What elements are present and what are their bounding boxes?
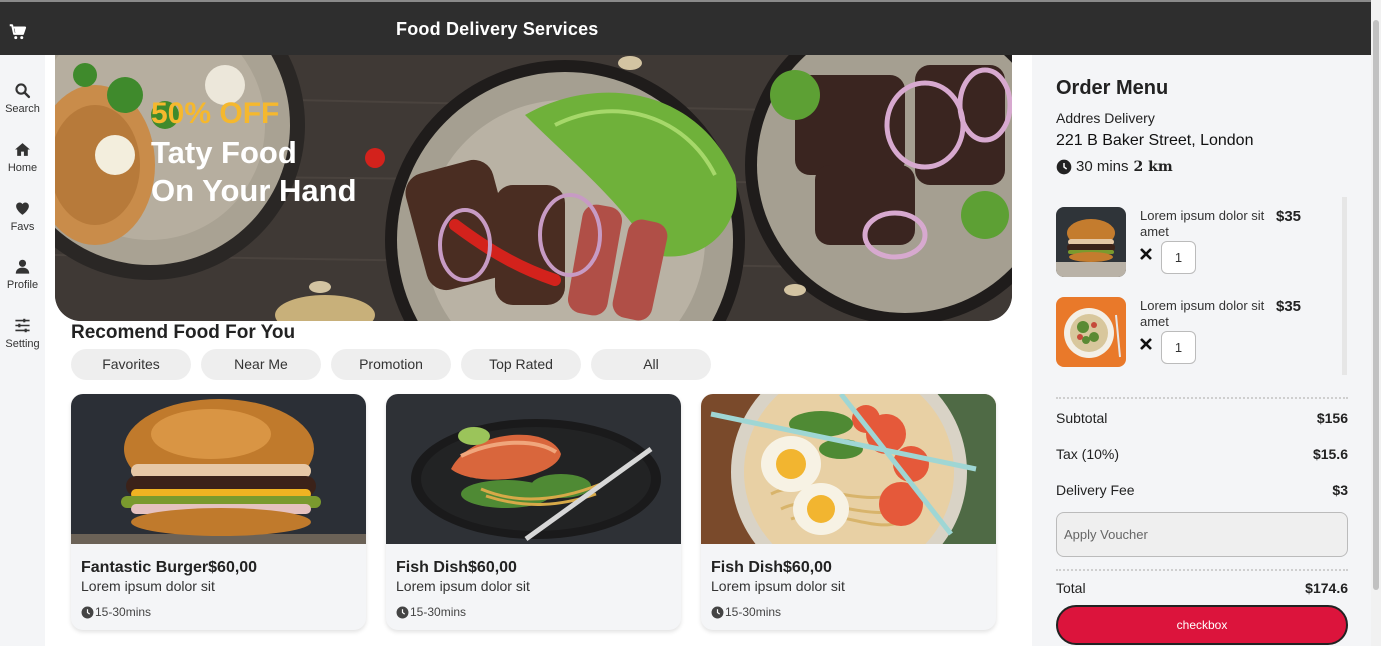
tax-row: Tax (10%) $15.6: [1056, 446, 1348, 462]
sidebar-item-search[interactable]: Search: [0, 82, 45, 115]
divider: [1056, 569, 1348, 571]
fish-dish-image: [386, 394, 681, 544]
voucher-input[interactable]: [1056, 512, 1348, 557]
page-scrollbar[interactable]: [1371, 0, 1381, 646]
delivery-address: 221 B Baker Street, London: [1056, 132, 1254, 149]
top-bar: Food Delivery Services: [0, 0, 1371, 55]
sidebar-item-setting[interactable]: Setting: [0, 317, 45, 350]
order-item-price: $35: [1276, 298, 1302, 315]
sidebar-item-label: Home: [7, 162, 38, 174]
food-title: Fish Dish$60,00: [711, 559, 832, 576]
order-item-image: [1056, 297, 1126, 367]
address-label: Addres Delivery: [1056, 110, 1155, 126]
filter-all[interactable]: All: [591, 349, 711, 380]
order-item: Lorem ipsum dolor sit amet $35 1: [1056, 207, 1341, 279]
checkout-button[interactable]: checkbox: [1056, 605, 1348, 645]
sidebar: Search Home Favs Profile Setting: [0, 55, 45, 646]
order-title: Order Menu: [1056, 77, 1169, 99]
total-row: Total $174.6: [1056, 580, 1348, 596]
quantity-field[interactable]: 1: [1161, 241, 1196, 274]
food-title: Fish Dish$60,00: [396, 559, 517, 576]
hero-headline: Taty Food: [151, 135, 297, 170]
burger-image: [71, 394, 366, 544]
home-icon: [15, 143, 30, 156]
sidebar-item-label: Setting: [5, 338, 40, 350]
food-card[interactable]: Fantastic Burger$60,00 Lorem ipsum dolor…: [71, 394, 366, 630]
sidebar-item-label: Favs: [10, 221, 35, 233]
hero-discount: 50% OFF: [151, 97, 280, 130]
delivery-time: 15-30mins: [711, 605, 781, 619]
food-title: Fantastic Burger$60,00: [81, 559, 258, 576]
remove-icon[interactable]: [1140, 248, 1152, 260]
filter-promotion[interactable]: Promotion: [331, 349, 451, 380]
delivery-fee-label: Delivery Fee: [1056, 482, 1135, 498]
sidebar-item-home[interactable]: Home: [0, 141, 45, 174]
order-item-name: Lorem ipsum dolor sit amet: [1140, 208, 1265, 239]
delivery-fee-value: $3: [1332, 482, 1348, 498]
order-item: Lorem ipsum dolor sit amet $35 1: [1056, 297, 1341, 369]
food-description: Lorem ipsum dolor sit: [711, 578, 845, 594]
order-item-price: $35: [1276, 208, 1302, 225]
delivery-fee-row: Delivery Fee $3: [1056, 482, 1348, 498]
subtotal-value: $156: [1316, 410, 1348, 426]
sidebar-item-label: Profile: [6, 279, 39, 291]
total-value: $174.6: [1305, 580, 1348, 596]
filter-favorites[interactable]: Favorites: [71, 349, 191, 380]
remove-icon[interactable]: [1140, 338, 1152, 350]
clock-icon: [81, 606, 94, 618]
order-panel: Order Menu Addres Delivery 221 B Baker S…: [1032, 55, 1371, 646]
delivery-eta: 30 mins 2 km: [1056, 158, 1173, 175]
filter-near-me[interactable]: Near Me: [201, 349, 321, 380]
tax-value: $15.6: [1312, 446, 1348, 462]
tax-label: Tax (10%): [1056, 446, 1120, 462]
order-item-image: [1056, 207, 1126, 277]
subtotal-label: Subtotal: [1056, 410, 1108, 426]
food-description: Lorem ipsum dolor sit: [396, 578, 530, 594]
divider: [1056, 397, 1348, 399]
items-scrollbar[interactable]: [1342, 197, 1347, 375]
total-label: Total: [1056, 580, 1086, 596]
clock-icon: [396, 606, 409, 618]
sidebar-item-label: Search: [5, 103, 40, 115]
section-title: Recomend Food For You: [71, 322, 296, 343]
hero-subheadline: On Your Hand: [151, 173, 357, 208]
sliders-icon: [15, 318, 30, 333]
delivery-time: 15-30mins: [396, 605, 466, 619]
clock-icon: [1056, 159, 1072, 174]
app-title: Food Delivery Services: [396, 19, 599, 39]
delivery-time: 15-30mins: [81, 605, 151, 619]
search-icon: [15, 83, 31, 99]
scrollbar-thumb[interactable]: [1373, 20, 1379, 590]
user-icon: [15, 259, 30, 274]
quantity-field[interactable]: 1: [1161, 331, 1196, 364]
sidebar-item-favs[interactable]: Favs: [0, 200, 45, 233]
delivery-distance: 2 km: [1133, 158, 1173, 175]
food-card[interactable]: Fish Dish$60,00 Lorem ipsum dolor sit 15…: [701, 394, 996, 630]
subtotal-row: Subtotal $156: [1056, 410, 1348, 426]
heart-icon: [16, 202, 29, 215]
cart-icon[interactable]: [9, 23, 27, 41]
food-card[interactable]: Fish Dish$60,00 Lorem ipsum dolor sit 15…: [386, 394, 681, 630]
clock-icon: [711, 606, 724, 618]
ramen-image: [701, 394, 996, 544]
hero-banner[interactable]: 50% OFF Taty Food On Your Hand: [55, 55, 1012, 321]
filter-top-rated[interactable]: Top Rated: [461, 349, 581, 380]
order-item-name: Lorem ipsum dolor sit amet: [1140, 298, 1265, 329]
sidebar-item-profile[interactable]: Profile: [0, 258, 45, 291]
food-description: Lorem ipsum dolor sit: [81, 578, 215, 594]
